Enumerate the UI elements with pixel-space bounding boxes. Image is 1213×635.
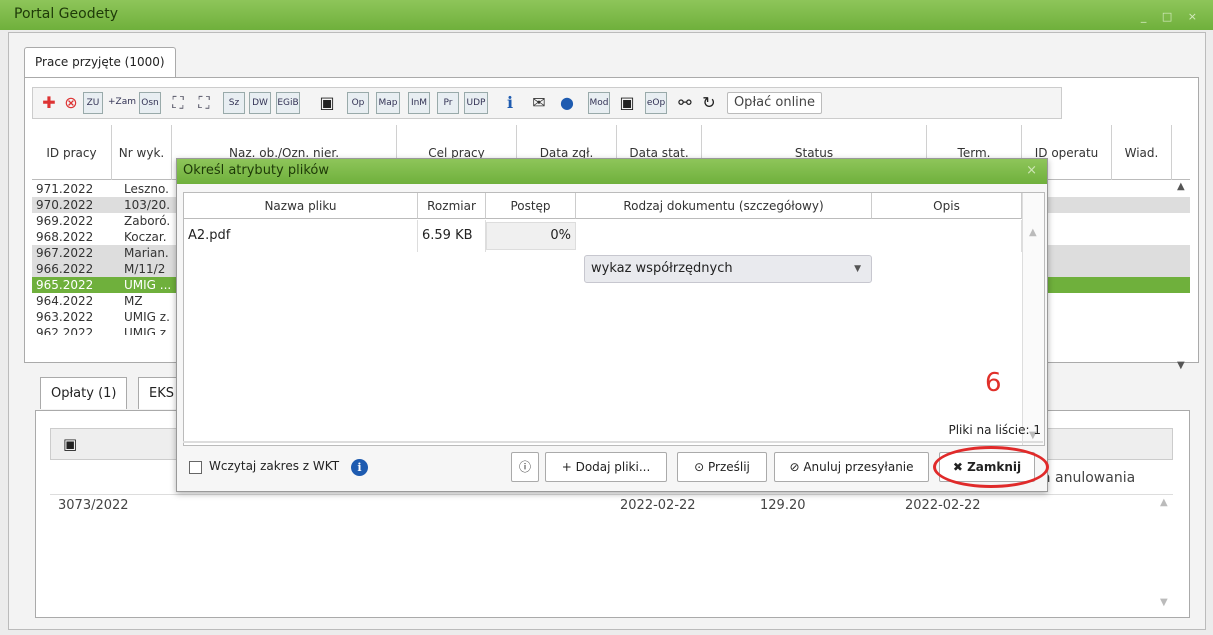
info-icon[interactable]: i: [351, 459, 368, 476]
document-type-value: wykaz współrzędnych: [591, 261, 733, 276]
camera-map-icon[interactable]: ▣: [315, 92, 339, 114]
cancel-upload-button[interactable]: ⊘ Anuluj przesyłanie: [774, 452, 929, 482]
tab-prace-przyjete[interactable]: Prace przyjęte (1000): [24, 47, 176, 77]
row-nr: Marian.: [124, 246, 169, 260]
scroll-down-icon[interactable]: ▼: [1177, 360, 1185, 371]
files-scrollbar[interactable]: ▲ ▼: [1022, 193, 1044, 445]
row-nr: UMIG z.: [124, 326, 170, 335]
chat-icon[interactable]: ●: [555, 92, 579, 114]
refresh-icon[interactable]: ↻: [697, 92, 721, 114]
step-annotation: 6: [985, 368, 1002, 398]
row-id: 964.2022: [36, 294, 94, 308]
tb-sz-button[interactable]: Sz: [223, 92, 245, 114]
files-grid: Nazwa pliku Rozmiar Postęp Rodzaj dokume…: [183, 192, 1045, 446]
works-scrollbar[interactable]: ▲ ▼: [1174, 181, 1190, 371]
fees-scroll-up-icon[interactable]: ▲: [1160, 497, 1168, 508]
row-nr: Koczar.: [124, 230, 167, 244]
select-area-icon[interactable]: ⛶: [167, 92, 189, 114]
row-nr: M/11/2: [124, 262, 166, 276]
binoculars-icon[interactable]: ⚯: [673, 92, 697, 114]
fee-amount: 129.20: [760, 498, 806, 513]
row-id: 965.2022: [36, 278, 94, 292]
window-title: Portal Geodety: [14, 6, 118, 22]
file-name-cell[interactable]: A2.pdf: [184, 220, 418, 252]
window-controls[interactable]: _ □ ×: [1141, 10, 1203, 23]
col-nr-wyk[interactable]: Nr wyk.: [112, 125, 172, 180]
pay-online-button[interactable]: Opłać online: [727, 92, 822, 114]
col-postep[interactable]: Postęp: [486, 193, 576, 219]
col-data-anulowania: a anulowania: [1042, 462, 1172, 494]
scroll-up-icon[interactable]: ▲: [1029, 227, 1037, 238]
tb-inm-button[interactable]: InM: [408, 92, 430, 114]
tb-eop-button[interactable]: eOp: [645, 92, 667, 114]
add-files-button[interactable]: + Dodaj pliki...: [545, 452, 667, 482]
chevron-down-icon[interactable]: ▼: [854, 256, 861, 282]
file-attributes-dialog: Określ atrybuty plików × Nazwa pliku Roz…: [176, 158, 1048, 492]
fees-scroll-down-icon[interactable]: ▼: [1160, 597, 1168, 608]
col-rodzaj-dokumentu[interactable]: Rodzaj dokumentu (szczegółowy): [576, 193, 872, 219]
close-icon[interactable]: ×: [1026, 159, 1037, 183]
tb-mod-button[interactable]: Mod: [588, 92, 610, 114]
file-desc-cell[interactable]: [872, 220, 1022, 252]
fees-row[interactable]: 3073/2022 2022-02-22 129.20 2022-02-22: [50, 494, 1173, 516]
row-nr: Zaboró.: [124, 214, 171, 228]
camera-icon[interactable]: ▣: [615, 92, 639, 114]
row-id: 971.2022: [36, 182, 94, 196]
row-id: 963.2022: [36, 310, 94, 324]
col-id-pracy[interactable]: ID pracy: [32, 125, 112, 180]
title-bar: Portal Geodety _ □ ×: [0, 0, 1213, 30]
tb-op-button[interactable]: Op: [347, 92, 369, 114]
file-size-cell: 6.59 KB: [418, 220, 486, 252]
col-opis[interactable]: Opis: [872, 193, 1022, 219]
row-id: 969.2022: [36, 214, 94, 228]
send-button[interactable]: ⊙ Prześlij: [677, 452, 767, 482]
row-nr: UMIG ...: [124, 278, 172, 292]
delete-icon[interactable]: ⊗: [61, 92, 81, 114]
wkt-checkbox[interactable]: [189, 461, 202, 474]
tb-dw-button[interactable]: DW: [249, 92, 271, 114]
row-nr: Leszno.: [124, 182, 169, 196]
tb-udp-button[interactable]: UDP: [464, 92, 488, 114]
col-rozmiar[interactable]: Rozmiar: [418, 193, 486, 219]
tb-map-button[interactable]: Map: [376, 92, 400, 114]
app-window: Portal Geodety _ □ × Prace przyjęte (100…: [0, 0, 1213, 635]
tb-osn-button[interactable]: Osn: [139, 92, 161, 114]
col-wiad[interactable]: Wiad.: [1112, 125, 1172, 180]
highlight-oval: [933, 446, 1049, 488]
add-icon[interactable]: ✚: [39, 92, 59, 114]
edit-area-icon[interactable]: ⛶: [193, 92, 215, 114]
file-progress-cell: 0%: [486, 222, 576, 250]
scroll-up-icon[interactable]: ▲: [1177, 181, 1185, 192]
info-icon[interactable]: ℹ: [499, 92, 521, 114]
dialog-title: Określ atrybuty plików: [183, 163, 329, 178]
fee-date: 2022-02-22: [620, 498, 696, 513]
divider: [183, 441, 1043, 443]
row-id: 966.2022: [36, 262, 94, 276]
fee-nr: 3073/2022: [58, 498, 129, 513]
info-button[interactable]: ⓘ: [511, 452, 539, 482]
col-nazwa-pliku[interactable]: Nazwa pliku: [184, 193, 418, 219]
tb-egib-button[interactable]: EGiB: [276, 92, 300, 114]
row-id: 967.2022: [36, 246, 94, 260]
tab-oplaty[interactable]: Opłaty (1): [40, 377, 128, 409]
camera-icon[interactable]: ▣: [63, 435, 77, 453]
row-id: 968.2022: [36, 230, 94, 244]
wkt-checkbox-label[interactable]: Wczytaj zakres z WKT: [209, 459, 339, 473]
dialog-title-bar: Określ atrybuty plików ×: [177, 159, 1047, 184]
tb-zam-button[interactable]: +Zam: [107, 92, 137, 114]
toolbar: ✚ ⊗ ZU +Zam Osn ⛶ ⛶ Sz DW EGiB ▣ Op Map …: [32, 87, 1062, 119]
tab-eks[interactable]: EKS: [138, 377, 178, 409]
files-count: Pliki na liście: 1: [948, 423, 1041, 437]
row-id: 962.2022: [36, 326, 94, 335]
row-nr: 103/20.: [124, 198, 171, 212]
tb-zu-button[interactable]: ZU: [83, 92, 103, 114]
row-nr: UMIG z.: [124, 310, 170, 324]
tb-pr-button[interactable]: Pr: [437, 92, 459, 114]
row-nr: MZ: [124, 294, 143, 308]
fee-date2: 2022-02-22: [905, 498, 981, 513]
row-id: 970.2022: [36, 198, 94, 212]
document-type-select[interactable]: wykaz współrzędnych ▼: [584, 255, 872, 283]
mail-icon[interactable]: ✉: [527, 92, 551, 114]
